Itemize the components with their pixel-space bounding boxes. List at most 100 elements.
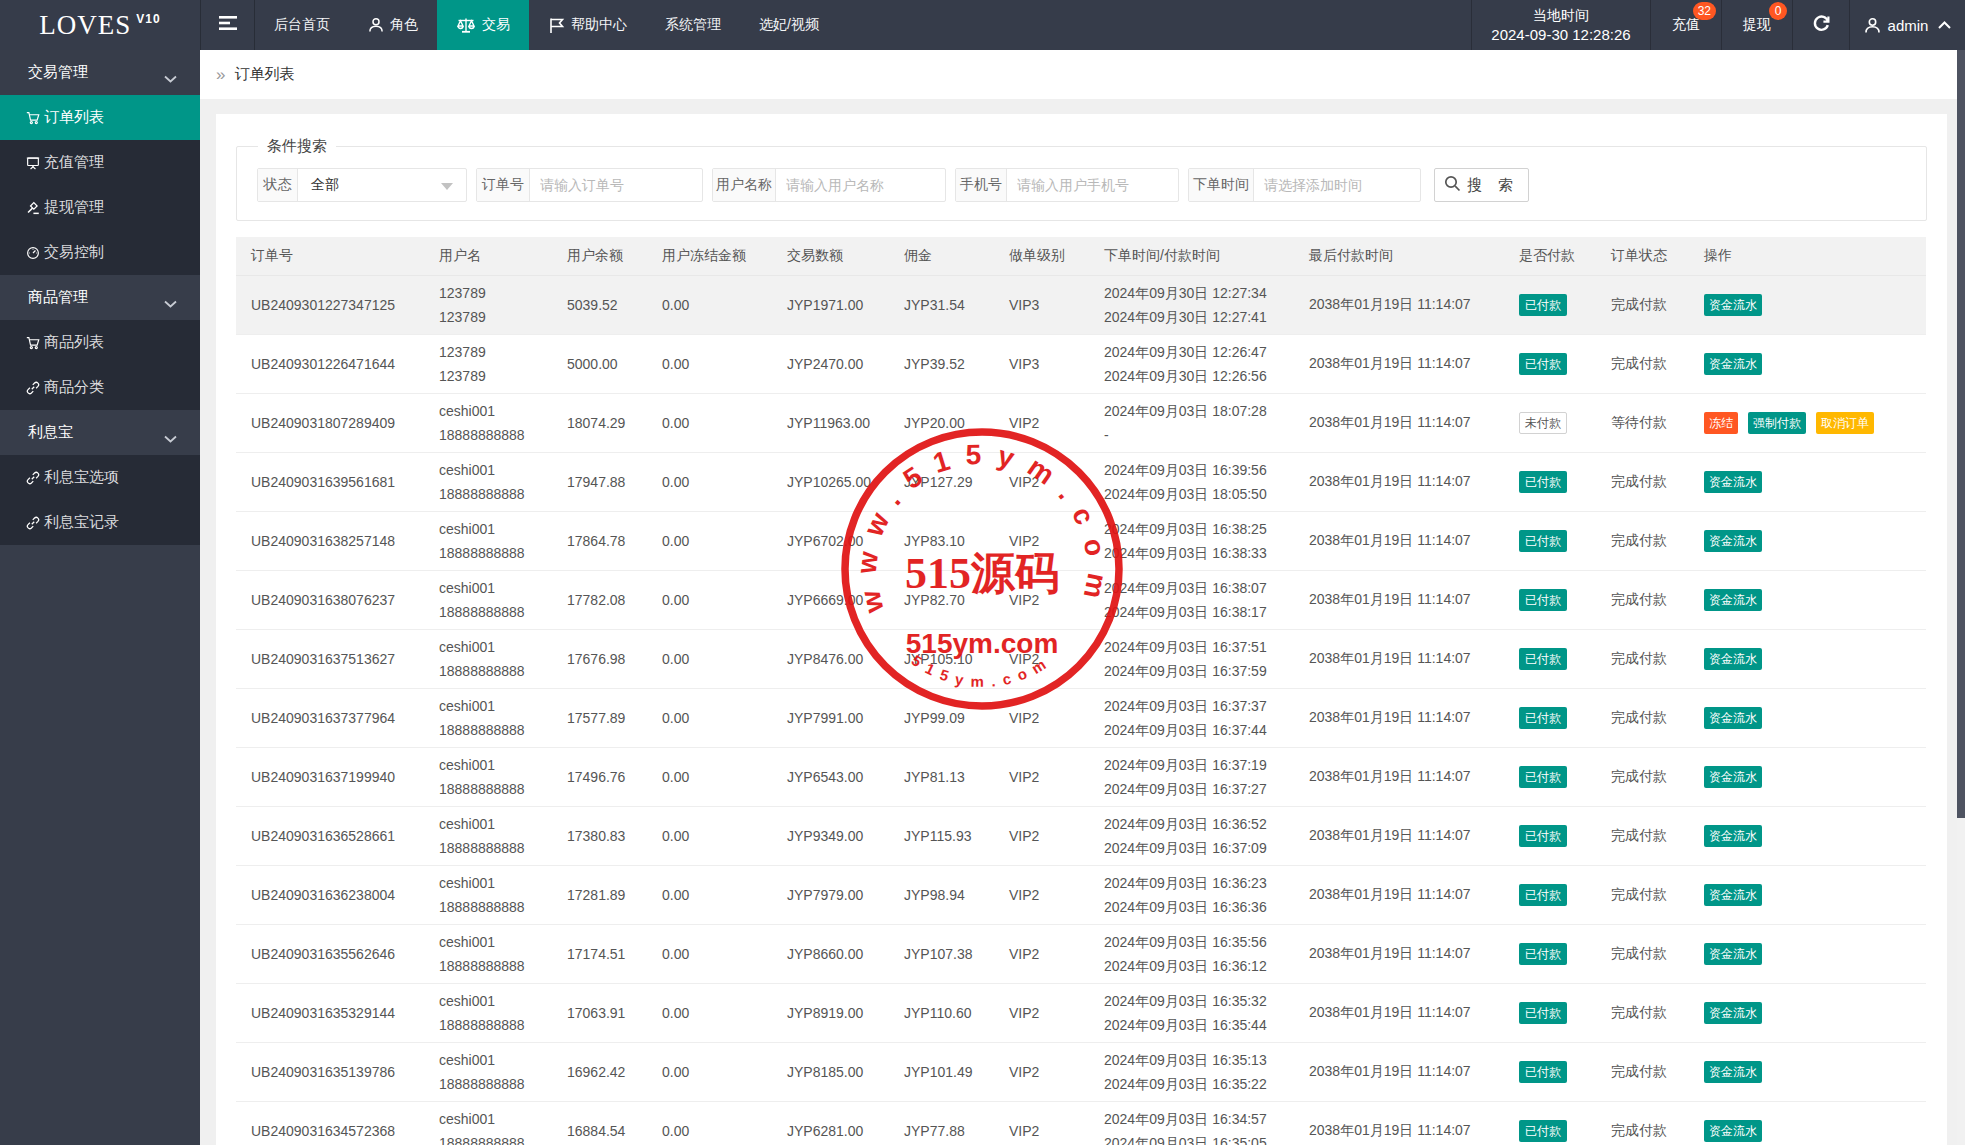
- chevron-down-icon: [164, 429, 177, 446]
- actions-cell: 冻结强制付款取消订单: [1689, 393, 1926, 452]
- action-button-资金流水[interactable]: 资金流水: [1704, 1120, 1762, 1142]
- status-select[interactable]: 全部: [298, 169, 466, 201]
- user-name-label: 用户名称: [713, 169, 776, 201]
- vip-level-cell: VIP2: [994, 629, 1089, 688]
- search-button[interactable]: 搜 索: [1434, 168, 1529, 202]
- phone-input[interactable]: [1007, 169, 1178, 201]
- order-time-input[interactable]: [1254, 169, 1420, 201]
- order-time-line: 2024年09月30日 12:27:41: [1104, 305, 1294, 329]
- order-time-line: 2024年09月03日 16:37:09: [1104, 836, 1294, 860]
- order-status-cell: 完成付款: [1596, 570, 1689, 629]
- commission-cell: JYP101.49: [889, 1042, 994, 1101]
- order-status-cell: 完成付款: [1596, 1042, 1689, 1101]
- action-button-资金流水[interactable]: 资金流水: [1704, 648, 1762, 670]
- vip-level-cell: VIP2: [994, 452, 1089, 511]
- recharge-button[interactable]: 充值 32: [1651, 0, 1722, 50]
- table-row: UB2409031637513627ceshi00118888888888176…: [236, 629, 1926, 688]
- paid-status-cell: 已付款: [1504, 806, 1596, 865]
- actions-cell: 资金流水: [1689, 275, 1926, 334]
- commission-cell: JYP83.10: [889, 511, 994, 570]
- nav-item-系统管理[interactable]: 系统管理: [646, 0, 740, 50]
- sidebar-group-利息宝[interactable]: 利息宝: [0, 410, 200, 455]
- user-frozen-cell: 0.00: [647, 1101, 772, 1145]
- user-frozen-cell: 0.00: [647, 570, 772, 629]
- user-name-input[interactable]: [776, 169, 945, 201]
- vertical-scrollbar[interactable]: [1957, 50, 1965, 1145]
- vip-level-cell: VIP2: [994, 393, 1089, 452]
- trade-amount-cell: JYP8185.00: [772, 1042, 889, 1101]
- paid-status-badge: 已付款: [1519, 471, 1567, 493]
- column-header: 最后付款时间: [1294, 237, 1504, 275]
- user-name-line: ceshi001: [439, 989, 552, 1013]
- sidebar-toggle-button[interactable]: [200, 0, 255, 50]
- last-pay-time-cell: 2038年01月19日 11:14:07: [1294, 688, 1504, 747]
- action-button-资金流水[interactable]: 资金流水: [1704, 1002, 1762, 1024]
- sidebar-item-商品分类[interactable]: 商品分类: [0, 365, 200, 410]
- action-button-冻结[interactable]: 冻结: [1704, 412, 1738, 434]
- sidebar-item-商品列表[interactable]: 商品列表: [0, 320, 200, 365]
- sidebar-group-交易管理[interactable]: 交易管理: [0, 50, 200, 95]
- nav-item-后台首页[interactable]: 后台首页: [255, 0, 349, 50]
- local-time: 当地时间 2024-09-30 12:28:26: [1471, 0, 1651, 50]
- order-no-input[interactable]: [530, 169, 702, 201]
- admin-name: admin: [1888, 17, 1929, 34]
- order-no-cell: UB2409031635329144: [236, 983, 424, 1042]
- vip-level-cell: VIP2: [994, 983, 1089, 1042]
- order-time-line: 2024年09月03日 16:35:44: [1104, 1013, 1294, 1037]
- order-time-cell: 2024年09月03日 16:35:562024年09月03日 16:36:12: [1089, 924, 1294, 983]
- withdraw-button[interactable]: 提现 0: [1722, 0, 1793, 50]
- local-time-label: 当地时间: [1533, 6, 1589, 25]
- action-button-资金流水[interactable]: 资金流水: [1704, 943, 1762, 965]
- user-name-line: 18888888888: [439, 718, 552, 742]
- order-time-line: 2024年09月03日 16:38:33: [1104, 541, 1294, 565]
- nav-item-角色[interactable]: 角色: [349, 0, 437, 50]
- nav-item-交易[interactable]: 交易: [437, 0, 529, 50]
- order-no-cell: UB2409031634572368: [236, 1101, 424, 1145]
- action-button-资金流水[interactable]: 资金流水: [1704, 825, 1762, 847]
- paid-status-badge: 已付款: [1519, 1061, 1567, 1083]
- phone-label: 手机号: [956, 169, 1007, 201]
- action-button-资金流水[interactable]: 资金流水: [1704, 766, 1762, 788]
- order-no-cell: UB2409031637377964: [236, 688, 424, 747]
- action-button-资金流水[interactable]: 资金流水: [1704, 1061, 1762, 1083]
- action-button-资金流水[interactable]: 资金流水: [1704, 884, 1762, 906]
- commission-cell: JYP99.09: [889, 688, 994, 747]
- table-row: UB2409031635329144ceshi00118888888888170…: [236, 983, 1926, 1042]
- sidebar-group-商品管理[interactable]: 商品管理: [0, 275, 200, 320]
- action-button-取消订单[interactable]: 取消订单: [1816, 412, 1874, 434]
- sidebar-item-订单列表[interactable]: 订单列表: [0, 95, 200, 140]
- sidebar-item-利息宝记录[interactable]: 利息宝记录: [0, 500, 200, 545]
- action-button-强制付款[interactable]: 强制付款: [1748, 412, 1806, 434]
- column-header: 下单时间/付款时间: [1089, 237, 1294, 275]
- refresh-button[interactable]: [1793, 0, 1850, 50]
- actions-cell: 资金流水: [1689, 511, 1926, 570]
- paid-status-badge: 已付款: [1519, 530, 1567, 552]
- top-navbar: LOVES V10 后台首页角色交易帮助中心系统管理选妃/视频 当地时间 202…: [0, 0, 1965, 50]
- user-name-line: 123789: [439, 340, 552, 364]
- action-button-资金流水[interactable]: 资金流水: [1704, 707, 1762, 729]
- scrollbar-thumb[interactable]: [1957, 50, 1965, 818]
- action-button-资金流水[interactable]: 资金流水: [1704, 471, 1762, 493]
- admin-menu[interactable]: admin: [1850, 0, 1965, 50]
- action-button-资金流水[interactable]: 资金流水: [1704, 589, 1762, 611]
- user-balance-cell: 17676.98: [552, 629, 647, 688]
- breadcrumb-label[interactable]: 订单列表: [234, 65, 294, 84]
- last-pay-time-cell: 2038年01月19日 11:14:07: [1294, 747, 1504, 806]
- action-button-资金流水[interactable]: 资金流水: [1704, 294, 1762, 316]
- sidebar-item-交易控制[interactable]: 交易控制: [0, 230, 200, 275]
- last-pay-time-cell: 2038年01月19日 11:14:07: [1294, 865, 1504, 924]
- nav-item-选妃/视频[interactable]: 选妃/视频: [740, 0, 838, 50]
- user-icon: [1864, 17, 1881, 34]
- user-name-line: 18888888888: [439, 541, 552, 565]
- action-button-资金流水[interactable]: 资金流水: [1704, 530, 1762, 552]
- sidebar-item-利息宝选项[interactable]: 利息宝选项: [0, 455, 200, 500]
- order-time-line: 2024年09月30日 12:26:47: [1104, 340, 1294, 364]
- commission-cell: JYP107.38: [889, 924, 994, 983]
- nav-item-帮助中心[interactable]: 帮助中心: [529, 0, 646, 50]
- trade-amount-cell: JYP6281.00: [772, 1101, 889, 1145]
- sidebar-item-充值管理[interactable]: 充值管理: [0, 140, 200, 185]
- sidebar-item-提现管理[interactable]: 提现管理: [0, 185, 200, 230]
- commission-cell: JYP81.13: [889, 747, 994, 806]
- user-balance-cell: 17063.91: [552, 983, 647, 1042]
- action-button-资金流水[interactable]: 资金流水: [1704, 353, 1762, 375]
